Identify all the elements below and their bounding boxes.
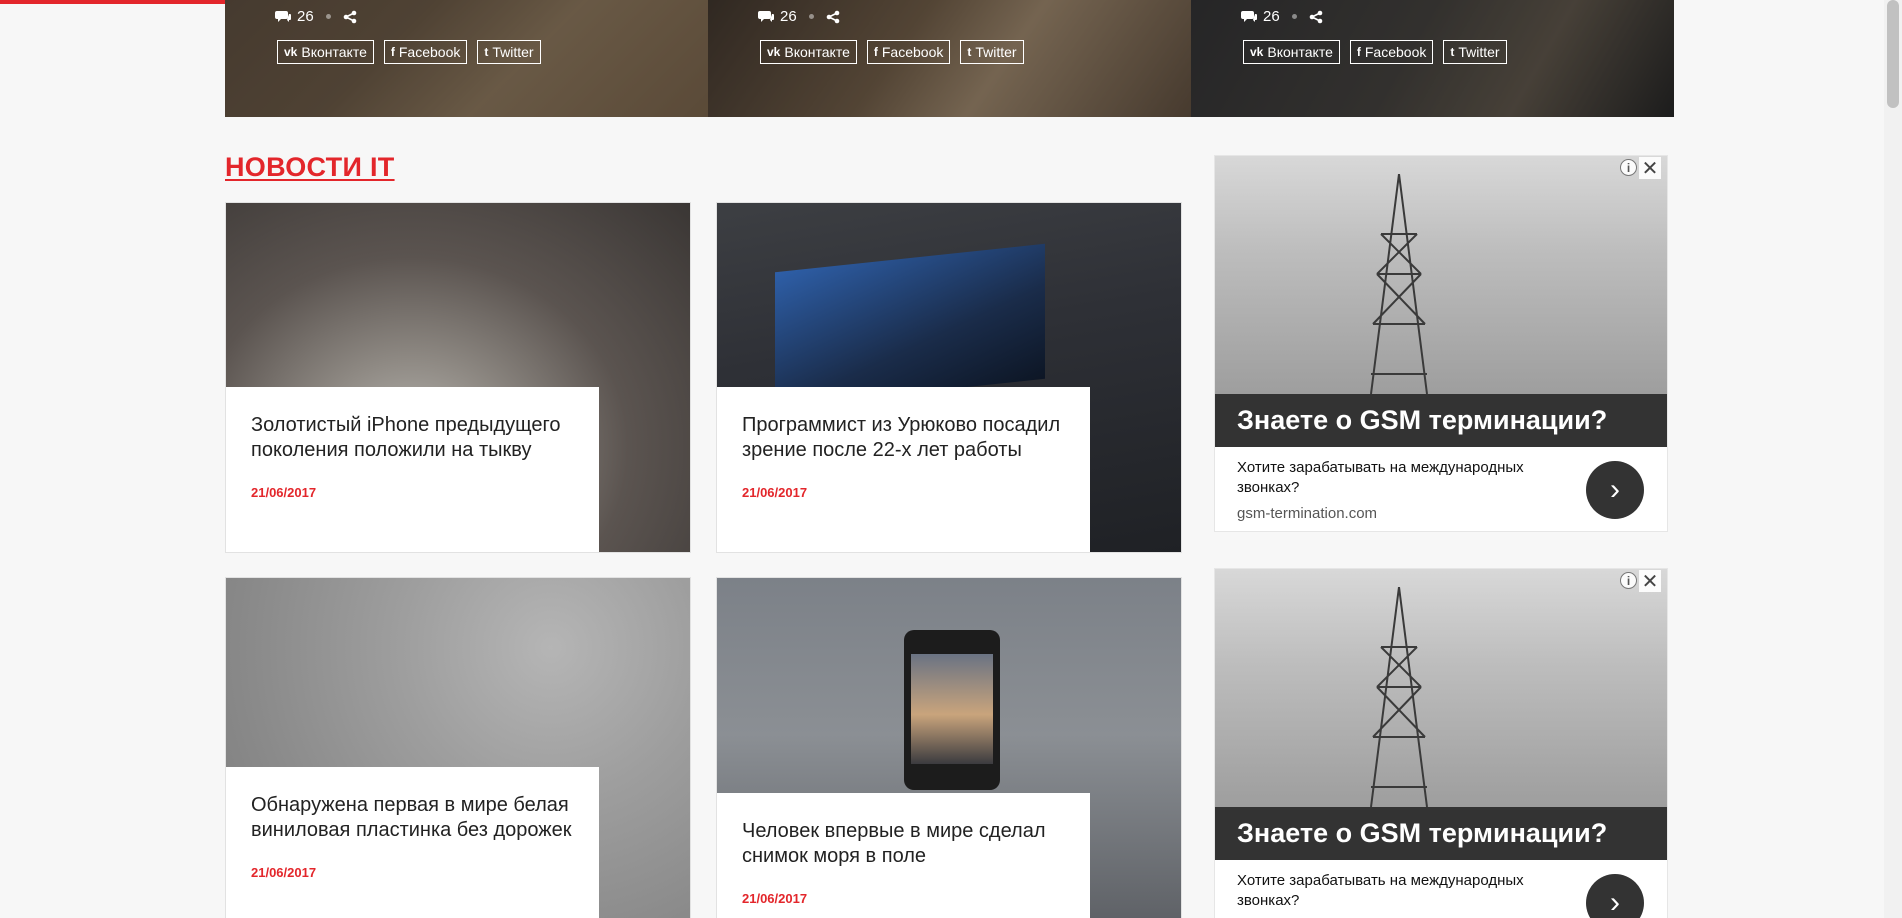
article-caption: Человек впервые в мире сделал снимок мор… (717, 793, 1090, 918)
article-card[interactable]: Золотистый iPhone предыдущего поколения … (225, 202, 691, 553)
share-buttons: vk Вконтакте f Facebook t Twitter (1243, 40, 1507, 64)
facebook-icon: f (1356, 45, 1361, 59)
featured-item[interactable]: 26 vk Вконтакте f Facebook t Twitter (1191, 0, 1674, 117)
ad-headline[interactable]: Знаете о GSM терминации? (1215, 394, 1667, 447)
share-facebook-label: Facebook (1364, 44, 1427, 60)
ad-image (1215, 156, 1667, 394)
article-title[interactable]: Обнаружена первая в мире белая виниловая… (251, 793, 575, 843)
section-title-link[interactable]: НОВОСТИ IT (225, 152, 395, 183)
ad-image (1215, 569, 1667, 807)
share-icon[interactable] (1309, 10, 1323, 24)
info-icon[interactable]: i (1620, 572, 1637, 589)
laptop-screen-graphic (775, 243, 1045, 408)
featured-meta: 26 (758, 8, 840, 25)
page-scrollbar[interactable] (1884, 0, 1902, 918)
comment-icon (758, 10, 774, 23)
share-vk-button[interactable]: vk Вконтакте (760, 40, 857, 64)
comment-count: 26 (297, 8, 314, 25)
scrollbar-thumb[interactable] (1887, 0, 1899, 108)
share-vk-button[interactable]: vk Вконтакте (277, 40, 374, 64)
featured-item[interactable]: 26 vk Вконтакте f Facebook t Twitter (708, 0, 1191, 117)
facebook-icon: f (873, 45, 878, 59)
share-vk-label: Вконтакте (301, 44, 367, 60)
featured-strip: 26 vk Вконтакте f Facebook t Twitter 26 vk В… (225, 0, 1674, 117)
chevron-right-icon[interactable]: › (1586, 461, 1644, 519)
comment-count: 26 (780, 8, 797, 25)
article-card[interactable]: Обнаружена первая в мире белая виниловая… (225, 577, 691, 918)
meta-separator (325, 14, 331, 19)
share-buttons: vk Вконтакте f Facebook t Twitter (277, 40, 541, 64)
close-icon[interactable]: ✕ (1639, 157, 1661, 180)
share-twitter-button[interactable]: t Twitter (1443, 40, 1507, 64)
ad-text: Хотите зарабатывать на международных зво… (1237, 872, 1524, 909)
featured-item[interactable]: 26 vk Вконтакте f Facebook t Twitter (225, 0, 708, 117)
facebook-icon: f (390, 45, 395, 59)
article-card[interactable]: Программист из Урюково посадил зрение по… (716, 202, 1182, 553)
share-icon[interactable] (343, 10, 357, 24)
share-icon[interactable] (826, 10, 840, 24)
meta-separator (808, 14, 814, 19)
tower-graphic (1370, 174, 1428, 394)
share-facebook-label: Facebook (398, 44, 461, 60)
share-twitter-label: Twitter (975, 44, 1017, 60)
comment-icon (1241, 10, 1257, 23)
twitter-icon: t (1450, 45, 1455, 59)
vk-icon: vk (1250, 45, 1264, 59)
article-caption: Обнаружена первая в мире белая виниловая… (226, 767, 599, 918)
share-twitter-label: Twitter (492, 44, 534, 60)
article-caption: Золотистый iPhone предыдущего поколения … (226, 387, 599, 552)
ad-block[interactable]: Знаете о GSM терминации? Хотите зарабаты… (1214, 155, 1668, 532)
vk-icon: vk (767, 45, 781, 59)
article-date: 21/06/2017 (251, 485, 317, 500)
vk-icon: vk (284, 45, 298, 59)
share-facebook-button[interactable]: f Facebook (383, 40, 468, 64)
twitter-icon: t (967, 45, 972, 59)
ad-headline[interactable]: Знаете о GSM терминации? (1215, 807, 1667, 860)
share-vk-button[interactable]: vk Вконтакте (1243, 40, 1340, 64)
share-buttons: vk Вконтакте f Facebook t Twitter (760, 40, 1024, 64)
article-date: 21/06/2017 (742, 485, 808, 500)
article-title[interactable]: Золотистый iPhone предыдущего поколения … (251, 413, 575, 463)
tower-graphic (1370, 587, 1428, 807)
ad-url[interactable]: gsm-termination.com (1237, 505, 1377, 522)
info-icon[interactable]: i (1620, 159, 1637, 176)
share-vk-label: Вконтакте (1267, 44, 1333, 60)
ad-text: Хотите зарабатывать на международных зво… (1237, 459, 1524, 496)
comment-count: 26 (1263, 8, 1280, 25)
share-facebook-button[interactable]: f Facebook (866, 40, 951, 64)
close-icon[interactable]: ✕ (1639, 570, 1661, 593)
featured-meta: 26 (275, 8, 357, 25)
article-title[interactable]: Человек впервые в мире сделал снимок мор… (742, 819, 1066, 869)
share-vk-label: Вконтакте (784, 44, 850, 60)
twitter-icon: t (484, 45, 489, 59)
featured-meta: 26 (1241, 8, 1323, 25)
article-date: 21/06/2017 (742, 891, 808, 906)
share-twitter-label: Twitter (1458, 44, 1500, 60)
article-card[interactable]: Человек впервые в мире сделал снимок мор… (716, 577, 1182, 918)
article-title[interactable]: Программист из Урюково посадил зрение по… (742, 413, 1066, 463)
phone-graphic (904, 630, 1000, 790)
meta-separator (1291, 14, 1297, 19)
comment-icon (275, 10, 291, 23)
article-date: 21/06/2017 (251, 865, 317, 880)
share-facebook-label: Facebook (881, 44, 944, 60)
share-twitter-button[interactable]: t Twitter (960, 40, 1024, 64)
share-twitter-button[interactable]: t Twitter (477, 40, 541, 64)
chevron-right-icon[interactable]: › (1586, 874, 1644, 918)
article-caption: Программист из Урюково посадил зрение по… (717, 387, 1090, 552)
ad-block[interactable]: Знаете о GSM терминации? Хотите зарабаты… (1214, 568, 1668, 918)
share-facebook-button[interactable]: f Facebook (1349, 40, 1434, 64)
